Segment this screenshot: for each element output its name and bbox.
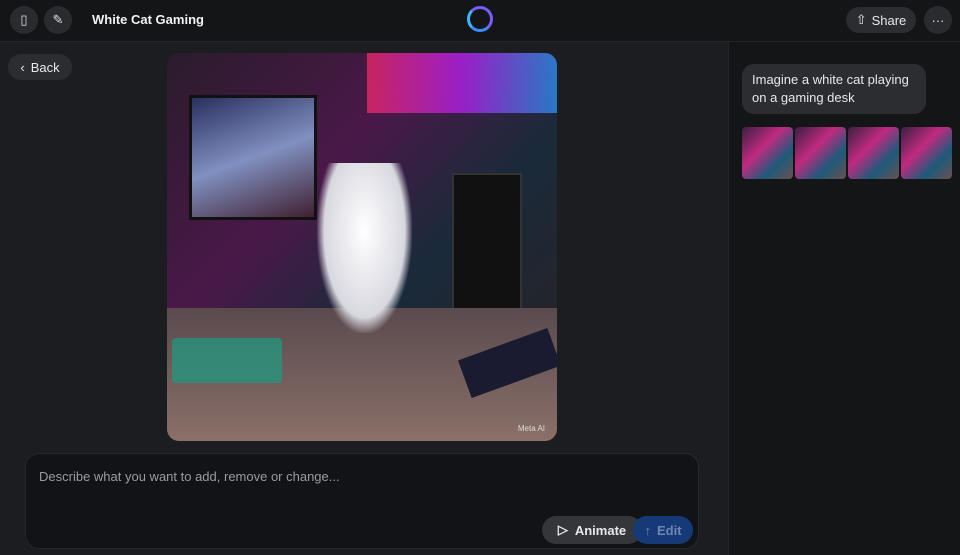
thumbnail[interactable] xyxy=(795,127,846,179)
edit-button[interactable]: ↑ Edit xyxy=(633,516,693,544)
back-label: Back xyxy=(30,59,60,75)
glowing-device xyxy=(172,338,282,383)
prompt-input[interactable]: Describe what you want to add, remove or… xyxy=(39,469,340,484)
thumbnail-strip xyxy=(742,127,952,179)
arrow-up-icon: ↑ xyxy=(644,522,651,538)
pc-case xyxy=(452,173,522,323)
history-panel: Imagine a white cat playing on a gaming … xyxy=(728,42,960,555)
edit-label: Edit xyxy=(656,522,682,538)
page-title: White Cat Gaming xyxy=(92,12,204,27)
edit-composer[interactable]: Describe what you want to add, remove or… xyxy=(25,453,699,549)
thumbnail[interactable] xyxy=(848,127,899,179)
sidebar-toggle-icon[interactable]: ▯ xyxy=(10,6,38,34)
watermark: Meta AI xyxy=(517,424,545,433)
thumbnail[interactable] xyxy=(901,127,952,179)
chevron-left-icon: ‹ xyxy=(20,59,25,75)
monitor xyxy=(189,95,317,220)
meta-ai-logo[interactable] xyxy=(467,6,493,32)
prompt-bubble: Imagine a white cat playing on a gaming … xyxy=(742,64,926,114)
animate-button[interactable]: ▷ Animate xyxy=(542,516,642,544)
animate-label: Animate xyxy=(574,522,627,538)
play-icon: ▷ xyxy=(557,522,568,537)
share-label: Share xyxy=(871,12,907,28)
more-options-button[interactable]: ··· xyxy=(924,6,952,34)
thumbnail[interactable] xyxy=(742,127,793,179)
back-button[interactable]: ‹ Back xyxy=(8,54,72,80)
more-icon: ··· xyxy=(931,12,945,28)
share-button[interactable]: ⇧ Share xyxy=(846,7,916,33)
new-chat-icon[interactable]: ✎ xyxy=(44,6,72,34)
upload-icon: ⇧ xyxy=(855,12,867,27)
neon-lights xyxy=(367,53,557,113)
white-cat xyxy=(317,163,412,333)
generated-image[interactable]: Meta AI xyxy=(167,53,557,441)
top-bar: ▯ ✎ White Cat Gaming ⇧ Share ··· xyxy=(0,0,960,42)
